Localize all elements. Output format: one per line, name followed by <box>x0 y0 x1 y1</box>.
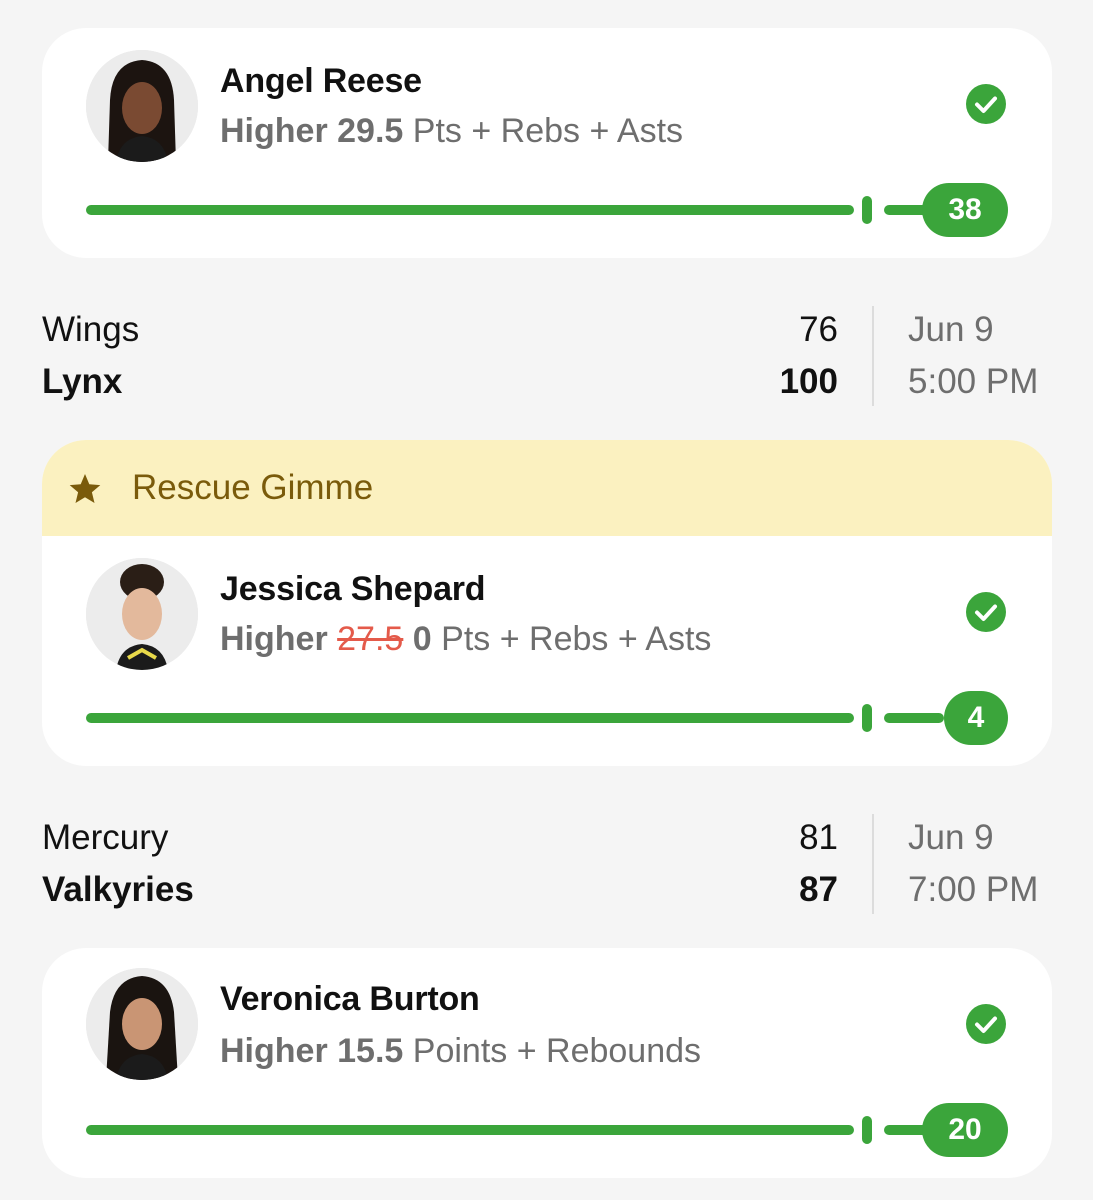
line-marker <box>862 1116 872 1144</box>
home-team: Lynx <box>42 362 123 401</box>
result-value-badge: 4 <box>944 691 1008 745</box>
progress-track <box>86 1125 854 1135</box>
pick-line-value: 0 <box>412 620 432 658</box>
pick-card[interactable]: Angel Reese Higher 29.5 Pts + Rebs + Ast… <box>42 28 1052 258</box>
player-photo-icon <box>86 968 198 1080</box>
result-value-badge: 38 <box>922 183 1008 237</box>
pick-results-list: Angel Reese Higher 29.5 Pts + Rebs + Ast… <box>0 0 1093 1200</box>
check-circle-icon <box>966 84 1006 124</box>
check-circle-icon <box>966 592 1006 632</box>
game-date: Jun 9 <box>908 818 994 857</box>
check-circle-icon <box>966 1004 1006 1044</box>
result-value-badge: 20 <box>922 1103 1008 1157</box>
player-avatar <box>86 50 198 162</box>
rescue-banner: Rescue Gimme <box>42 440 1052 536</box>
star-icon <box>69 474 101 503</box>
pick-direction: Higher <box>220 620 328 658</box>
pick-line: Higher 27.5 0 Pts + Rebs + Asts <box>220 620 711 659</box>
home-score: 87 <box>799 870 838 909</box>
game-score-row: Wings Lynx 76 100 Jun 9 5:00 PM <box>42 306 1052 416</box>
away-team: Wings <box>42 310 140 349</box>
home-team: Valkyries <box>42 870 194 909</box>
line-marker <box>862 196 872 224</box>
pick-card[interactable]: Veronica Burton Higher 15.5 Points + Reb… <box>42 948 1052 1178</box>
banner-label: Rescue Gimme <box>132 468 374 507</box>
pick-line: Higher 29.5 Pts + Rebs + Asts <box>220 112 683 151</box>
progress-track-overflow <box>884 713 944 723</box>
player-photo-icon <box>86 50 198 162</box>
pick-direction: Higher <box>220 1032 328 1070</box>
pick-card[interactable]: Rescue Gimme Jessica Shepard Higher 27.5… <box>42 440 1052 766</box>
original-line-value: 27.5 <box>337 620 404 658</box>
progress-track <box>86 713 854 723</box>
player-photo-icon <box>86 558 198 670</box>
away-team: Mercury <box>42 818 169 857</box>
pick-direction: Higher <box>220 112 328 150</box>
player-name: Angel Reese <box>220 62 422 100</box>
pick-stat-type: Points + Rebounds <box>412 1032 702 1070</box>
game-score-row: Mercury Valkyries 81 87 Jun 9 7:00 PM <box>42 814 1052 924</box>
line-marker <box>862 704 872 732</box>
away-score: 81 <box>799 818 838 857</box>
home-score: 100 <box>779 362 838 401</box>
divider <box>872 306 874 406</box>
player-avatar <box>86 968 198 1080</box>
pick-line: Higher 15.5 Points + Rebounds <box>220 1032 701 1071</box>
away-score: 76 <box>799 310 838 349</box>
progress-track <box>86 205 854 215</box>
player-name: Veronica Burton <box>220 980 480 1018</box>
pick-line-value: 29.5 <box>337 112 404 150</box>
pick-line-value: 15.5 <box>337 1032 404 1070</box>
game-time: 7:00 PM <box>908 870 1039 909</box>
pick-stat-type: Pts + Rebs + Asts <box>412 112 684 150</box>
player-avatar <box>86 558 198 670</box>
divider <box>872 814 874 914</box>
game-time: 5:00 PM <box>908 362 1039 401</box>
pick-stat-type: Pts + Rebs + Asts <box>441 620 712 658</box>
player-name: Jessica Shepard <box>220 570 486 608</box>
game-date: Jun 9 <box>908 310 994 349</box>
